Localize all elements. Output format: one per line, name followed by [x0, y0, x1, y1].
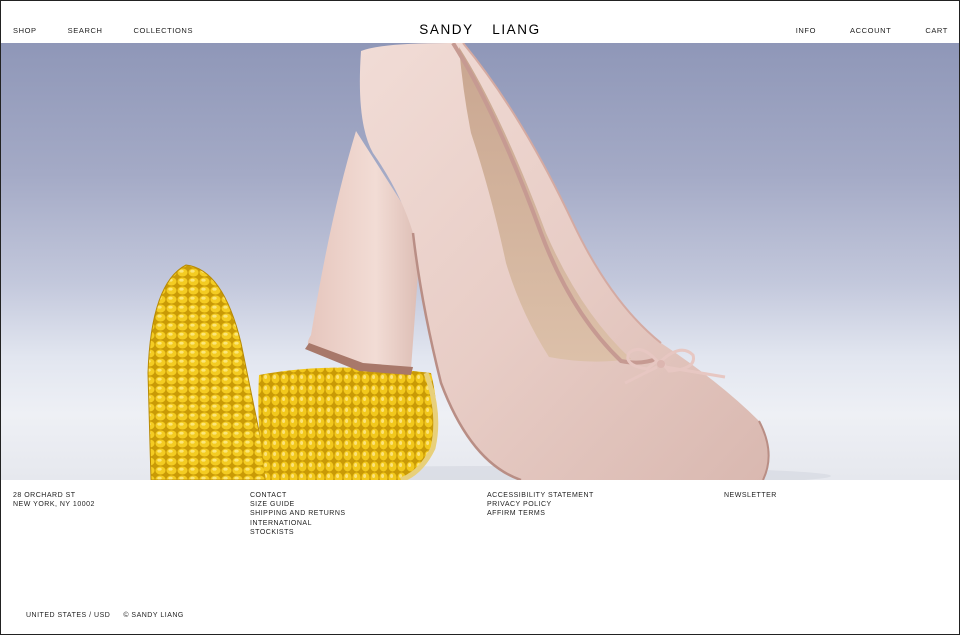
footer-address: 28 ORCHARD ST NEW YORK, NY 10002: [13, 491, 95, 509]
footer-links-col2: ACCESSIBILITY STATEMENT PRIVACY POLICY A…: [487, 491, 594, 519]
newsletter-link[interactable]: NEWSLETTER: [724, 491, 777, 500]
footer-link-privacy[interactable]: PRIVACY POLICY: [487, 500, 594, 509]
address-line-1: 28 ORCHARD ST: [13, 492, 76, 499]
footer-link-contact[interactable]: CONTACT: [250, 491, 346, 500]
footer-link-affirm[interactable]: AFFIRM TERMS: [487, 509, 594, 518]
nav-cart[interactable]: CART: [925, 26, 948, 36]
site-footer: 28 ORCHARD ST NEW YORK, NY 10002 CONTACT…: [1, 480, 959, 634]
footer-link-stockists[interactable]: STOCKISTS: [250, 528, 346, 537]
us-flag-icon[interactable]: [13, 613, 22, 619]
brand-logo-text[interactable]: SANDY LIANG: [419, 22, 540, 37]
copyright: © SANDY LIANG: [123, 612, 184, 619]
address-line-2: NEW YORK, NY 10002: [13, 501, 95, 509]
footer-bottom-bar: UNITED STATES / USD © SANDY LIANG: [13, 612, 184, 619]
nav-right: INFO ACCOUNT CART: [762, 26, 948, 36]
footer-link-shipping-returns[interactable]: SHIPPING AND RETURNS: [250, 509, 346, 518]
footer-link-international[interactable]: INTERNATIONAL: [250, 519, 346, 528]
locale-selector[interactable]: UNITED STATES / USD: [26, 612, 110, 619]
footer-link-accessibility[interactable]: ACCESSIBILITY STATEMENT: [487, 491, 594, 500]
page-frame: SHOP SEARCH COLLECTIONS SANDY LIANG INFO…: [0, 0, 960, 635]
site-header: SHOP SEARCH COLLECTIONS SANDY LIANG INFO…: [1, 1, 959, 43]
hero-image[interactable]: [1, 43, 959, 480]
hero-illustration: [147, 43, 831, 480]
footer-link-size-guide[interactable]: SIZE GUIDE: [250, 500, 346, 509]
footer-links-col1: CONTACT SIZE GUIDE SHIPPING AND RETURNS …: [250, 491, 346, 537]
footer-newsletter: NEWSLETTER: [724, 491, 777, 500]
nav-account[interactable]: ACCOUNT: [850, 26, 891, 36]
nav-info[interactable]: INFO: [796, 26, 816, 36]
